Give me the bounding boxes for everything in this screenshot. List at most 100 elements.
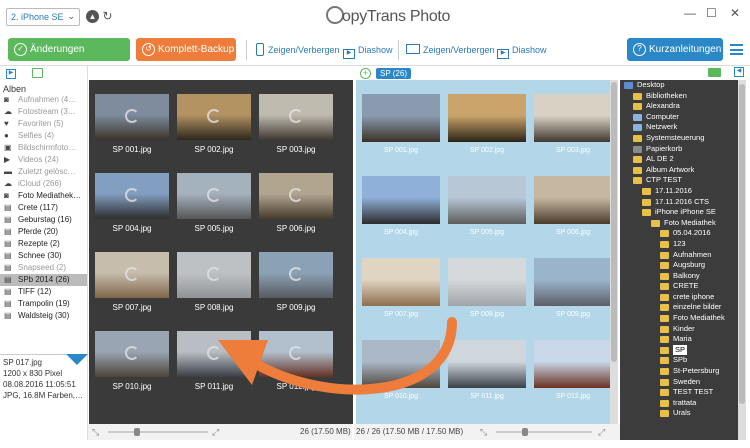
album-item[interactable]: ▤ Crete (117)	[0, 202, 87, 214]
album-item[interactable]: ▤ Snapseed (2)	[0, 262, 87, 274]
tree-item[interactable]: trattata	[620, 398, 738, 409]
photo-thumbnail[interactable]: SP 008.jpg	[173, 252, 255, 312]
new-folder-icon[interactable]	[708, 68, 721, 77]
photo-thumbnail[interactable]: SP 001.jpg	[91, 94, 173, 154]
album-item[interactable]: ▤ Pferde (20)	[0, 226, 87, 238]
collapse-panel-icon[interactable]: ▶	[6, 69, 16, 79]
tree-item[interactable]: Album Artwork	[620, 165, 738, 176]
tree-item[interactable]: St-Petersburg	[620, 366, 738, 377]
tree-item[interactable]: 123	[620, 239, 738, 250]
tree-item[interactable]: crete iphone	[620, 292, 738, 303]
zoom-out-icon[interactable]: ⤡	[480, 427, 487, 438]
album-item[interactable]: ▤ TIFF (12)	[0, 286, 87, 298]
album-item[interactable]: ♥ Favoriten (5)	[0, 118, 87, 130]
photo-thumbnail[interactable]: SP 001.jpg	[360, 94, 442, 154]
album-item[interactable]: ▤ Trampolin (19)	[0, 298, 87, 310]
folder-badge[interactable]: SP (26)	[376, 68, 411, 79]
minimize-button[interactable]: —	[684, 6, 696, 20]
info-collapse-icon[interactable]	[66, 354, 88, 365]
photo-thumbnail[interactable]: SP 003.jpg	[532, 94, 614, 154]
photo-thumbnail[interactable]: SP 006.jpg	[255, 173, 337, 233]
album-item[interactable]: ▤ Waldsteig (30)	[0, 310, 87, 322]
album-item[interactable]: ▤ Geburstag (16)	[0, 214, 87, 226]
quick-guide-button[interactable]: ? Kurzanleitungen	[627, 38, 723, 61]
photo-thumbnail[interactable]: SP 005.jpg	[173, 173, 255, 233]
tree-item[interactable]: Computer	[620, 112, 738, 123]
device-selector[interactable]: 2. iPhone SE ⌄	[6, 8, 80, 26]
tree-item[interactable]: Kinder	[620, 324, 738, 335]
album-item[interactable]: ▶ Videos (24)	[0, 154, 87, 166]
tree-item[interactable]: Balkony	[620, 271, 738, 282]
tree-item[interactable]: Maria	[620, 334, 738, 345]
album-item[interactable]: ◙ Aufnahmen (4…	[0, 94, 87, 106]
tree-item[interactable]: Aufnahmen	[620, 250, 738, 261]
refresh-icon[interactable]: ↻	[101, 10, 114, 23]
tree-item[interactable]: CTP TEST	[620, 175, 738, 186]
tree-item[interactable]: Foto Mediathek	[620, 313, 738, 324]
tree-item[interactable]: Systemsteuerung	[620, 133, 738, 144]
scroll-thumb[interactable]	[611, 82, 617, 362]
maximize-button[interactable]: ☐	[706, 6, 717, 20]
full-backup-button[interactable]: ↺ Komplett-Backup	[136, 38, 236, 61]
photo-thumbnail[interactable]: SP 010.jpg	[91, 331, 173, 391]
album-item[interactable]: ▬ Zuletzt gelösc…	[0, 166, 87, 178]
slideshow-left-button[interactable]: ▶ Diashow	[343, 41, 393, 60]
zoom-slider-thumb[interactable]	[522, 428, 528, 436]
album-item[interactable]: ▣ Bildschirmfoto…	[0, 142, 87, 154]
save-changes-button[interactable]: ✓Änderungen speichern	[8, 38, 130, 78]
tree-item[interactable]: Alexandra	[620, 101, 738, 112]
photo-thumbnail[interactable]: SP 009.jpg	[532, 258, 614, 318]
toggle-phone-pane-button[interactable]: Zeigen/Verbergen	[256, 41, 340, 60]
collapse-tree-icon[interactable]: ◀	[734, 67, 744, 77]
tree-item[interactable]: Augsburg	[620, 260, 738, 271]
tree-item[interactable]: 17.11.2016	[620, 186, 738, 197]
zoom-slider[interactable]	[108, 428, 208, 436]
photo-thumbnail[interactable]: SP 012.jpg	[532, 340, 614, 400]
photo-thumbnail[interactable]: SP 003.jpg	[255, 94, 337, 154]
tree-item[interactable]: TEST TEST	[620, 387, 738, 398]
tree-item[interactable]: einzelne bilder	[620, 302, 738, 313]
tree-item[interactable]: Bibliotheken	[620, 91, 738, 102]
album-item[interactable]: ☁ iCloud (266)	[0, 178, 87, 190]
tree-item[interactable]: 05.04.2016	[620, 228, 738, 239]
tree-item[interactable]: Foto Mediathek	[620, 218, 738, 229]
photo-thumbnail[interactable]: SP 012.jpg	[255, 331, 337, 391]
photo-thumbnail[interactable]: SP 011.jpg	[173, 331, 255, 391]
scroll-thumb[interactable]	[739, 84, 745, 404]
eject-icon[interactable]: ▲	[86, 10, 99, 23]
hamburger-menu-icon[interactable]	[730, 44, 743, 55]
tree-item[interactable]: Desktop	[620, 80, 738, 91]
zoom-in-icon[interactable]: ⤢	[212, 427, 219, 438]
tree-item[interactable]: iPhone iPhone SE	[620, 207, 738, 218]
photo-thumbnail[interactable]: SP 007.jpg	[360, 258, 442, 318]
tree-item[interactable]: 17.11.2016 CTS	[620, 197, 738, 208]
photo-thumbnail[interactable]: SP 002.jpg	[446, 94, 528, 154]
tree-scrollbar[interactable]	[738, 80, 746, 440]
tree-item[interactable]: SP	[620, 344, 738, 356]
tree-item[interactable]: SPb	[620, 355, 738, 366]
photo-thumbnail[interactable]: SP 007.jpg	[91, 252, 173, 312]
tree-item[interactable]: Papierkorb	[620, 144, 738, 155]
album-item[interactable]: ▤ Rezepte (2)	[0, 238, 87, 250]
add-folder-icon[interactable]: +	[360, 68, 371, 79]
album-item[interactable]: ◙ Foto Mediathek…	[0, 190, 87, 202]
tree-item[interactable]: AL DE 2	[620, 154, 738, 165]
photo-thumbnail[interactable]: SP 011.jpg	[446, 340, 528, 400]
zoom-slider[interactable]	[496, 428, 592, 436]
toggle-pc-pane-button[interactable]: Zeigen/Verbergen	[406, 41, 495, 60]
zoom-slider-thumb[interactable]	[134, 428, 140, 436]
photo-thumbnail[interactable]: SP 010.jpg	[360, 340, 442, 400]
album-item[interactable]: ● Selfies (4)	[0, 130, 87, 142]
pc-pane-scrollbar[interactable]	[610, 80, 618, 424]
photo-thumbnail[interactable]: SP 002.jpg	[173, 94, 255, 154]
album-item[interactable]: ▤ SPb 2014 (26)	[0, 274, 87, 286]
slideshow-right-button[interactable]: ▶ Diashow	[497, 41, 547, 60]
album-item[interactable]: ▤ Schnee (30)	[0, 250, 87, 262]
tree-item[interactable]: Netzwerk	[620, 122, 738, 133]
photo-thumbnail[interactable]: SP 005.jpg	[446, 176, 528, 236]
photo-thumbnail[interactable]: SP 008.jpg	[446, 258, 528, 318]
photo-thumbnail[interactable]: SP 004.jpg	[91, 173, 173, 233]
zoom-out-icon[interactable]: ⤡	[92, 427, 99, 438]
album-item[interactable]: ☁ Fotostream (3…	[0, 106, 87, 118]
photo-thumbnail[interactable]: SP 006.jpg	[532, 176, 614, 236]
